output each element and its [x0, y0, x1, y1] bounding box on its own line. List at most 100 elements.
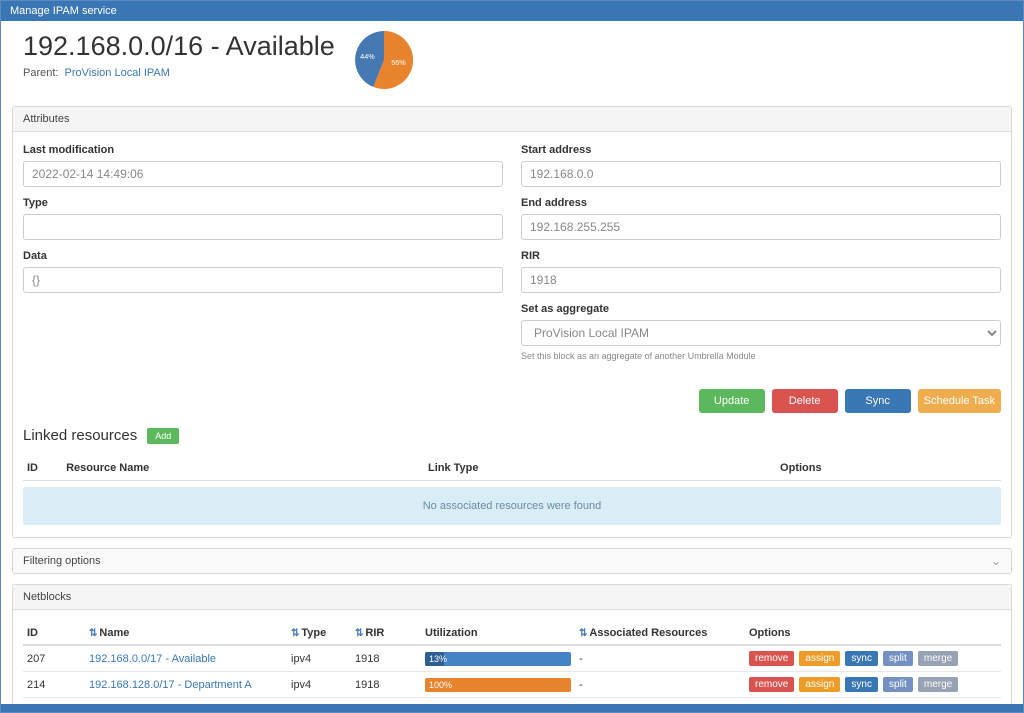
last-modification-label: Last modification [23, 144, 503, 156]
form-right-column: Start address End address RIR Set as agg… [521, 144, 1001, 371]
sync-button[interactable]: Sync [845, 389, 911, 413]
linked-resources-header-row: ID Resource Name Link Type Options [23, 456, 1001, 481]
split-button[interactable]: split [883, 651, 913, 666]
netblock-rir: 1918 [351, 672, 421, 698]
filtering-options-panel: Filtering options ⌄ [12, 548, 1012, 574]
filtering-options-title: Filtering options [23, 555, 101, 567]
netblocks-header-row: ID ⇅Name ⇅Type ⇅RIR Utilization ⇅Associa… [23, 622, 1001, 645]
sort-icon[interactable]: ⇅ [579, 628, 587, 639]
parent-line: Parent: ProVision Local IPAM [23, 67, 335, 79]
netblock-type: ipv4 [287, 645, 351, 672]
utilization-cell: 100% [421, 672, 575, 698]
remove-button[interactable]: remove [749, 651, 794, 666]
assign-button[interactable]: assign [799, 677, 840, 692]
remove-button[interactable]: remove [749, 677, 794, 692]
sync-row-button[interactable]: sync [845, 651, 878, 666]
netblock-rir: 1918 [351, 645, 421, 672]
form-left-column: Last modification Type Data [23, 144, 503, 371]
add-linked-resource-button[interactable]: Add [147, 428, 179, 444]
netblock-id: 207 [23, 645, 85, 672]
nb-col-rir[interactable]: ⇅RIR [351, 622, 421, 645]
schedule-task-button[interactable]: Schedule Task [918, 389, 1001, 413]
netblocks-panel-header: Netblocks [13, 585, 1011, 610]
attributes-panel: Attributes Last modification Type Data [12, 106, 1012, 538]
chevron-down-icon[interactable]: ⌄ [991, 557, 1001, 565]
netblock-row: 214 192.168.128.0/17 - Department A ipv4… [23, 672, 1001, 698]
netblock-row: 207 192.168.0.0/17 - Available ipv4 1918… [23, 645, 1001, 672]
lr-col-options: Options [776, 456, 1001, 481]
utilization-pie-chart: 44% 56% [355, 31, 413, 94]
rir-input[interactable] [521, 267, 1001, 293]
delete-button[interactable]: Delete [772, 389, 838, 413]
start-address-input[interactable] [521, 161, 1001, 187]
field-data: Data [23, 250, 503, 293]
netblocks-table: ID ⇅Name ⇅Type ⇅RIR Utilization ⇅Associa… [23, 622, 1001, 698]
aggregate-select[interactable]: ProVision Local IPAM [521, 320, 1001, 346]
data-input[interactable] [23, 267, 503, 293]
field-set-as-aggregate: Set as aggregate ProVision Local IPAM Se… [521, 303, 1001, 361]
utilization-fill: 13% [425, 652, 444, 666]
lr-col-resource-name: Resource Name [62, 456, 424, 481]
netblock-type: ipv4 [287, 672, 351, 698]
window-title: Manage IPAM service [10, 5, 117, 17]
linked-resources-header: Linked resources Add [23, 427, 1001, 444]
utilization-bar: 100% [425, 678, 571, 692]
attributes-actions: Update Delete Sync Schedule Task [23, 389, 1001, 413]
netblock-options: remove assign sync split merge [745, 645, 1001, 672]
page-header: 192.168.0.0/16 - Available Parent: ProVi… [1, 21, 1023, 98]
rir-label: RIR [521, 250, 1001, 262]
data-label: Data [23, 250, 503, 262]
type-label: Type [23, 197, 503, 209]
nb-col-utilization: Utilization [421, 622, 575, 645]
aggregate-help-text: Set this block as an aggregate of anothe… [521, 351, 1001, 361]
aggregate-label: Set as aggregate [521, 303, 1001, 315]
pie-svg: 44% 56% [355, 31, 413, 89]
page-title-block: 192.168.0.0/16 - Available Parent: ProVi… [23, 31, 335, 79]
netblock-options: remove assign sync split merge [745, 672, 1001, 698]
nb-col-associated[interactable]: ⇅Associated Resources [575, 622, 745, 645]
field-last-modification: Last modification [23, 144, 503, 187]
field-start-address: Start address [521, 144, 1001, 187]
parent-link[interactable]: ProVision Local IPAM [65, 67, 170, 79]
sort-icon[interactable]: ⇅ [291, 628, 299, 639]
netblock-name-link[interactable]: 192.168.0.0/17 - Available [89, 653, 216, 665]
utilization-bar: 13% [425, 652, 571, 666]
linked-resources-table: ID Resource Name Link Type Options [23, 456, 1001, 481]
utilization-cell: 13% [421, 645, 575, 672]
last-modification-input[interactable] [23, 161, 503, 187]
footer-bar [1, 704, 1023, 712]
sort-icon[interactable]: ⇅ [355, 628, 363, 639]
netblock-id: 214 [23, 672, 85, 698]
field-end-address: End address [521, 197, 1001, 240]
parent-label: Parent: [23, 67, 58, 79]
field-type: Type [23, 197, 503, 240]
nb-col-type-label: Type [301, 627, 326, 639]
update-button[interactable]: Update [699, 389, 765, 413]
associated-resources: - [575, 645, 745, 672]
end-address-input[interactable] [521, 214, 1001, 240]
lr-col-link-type: Link Type [424, 456, 776, 481]
nb-col-name[interactable]: ⇅Name [85, 622, 287, 645]
attributes-panel-body: Last modification Type Data Start addres [13, 132, 1011, 537]
type-input[interactable] [23, 214, 503, 240]
merge-button[interactable]: merge [918, 651, 958, 666]
split-button[interactable]: split [883, 677, 913, 692]
manage-ipam-page: Manage IPAM service 192.168.0.0/16 - Ava… [0, 0, 1024, 713]
assign-button[interactable]: assign [799, 651, 840, 666]
filtering-options-header[interactable]: Filtering options ⌄ [13, 549, 1011, 573]
nb-col-options: Options [745, 622, 1001, 645]
merge-button[interactable]: merge [918, 677, 958, 692]
pie-label-44: 44% [360, 52, 375, 61]
no-resources-alert: No associated resources were found [23, 487, 1001, 525]
nb-col-rir-label: RIR [365, 627, 384, 639]
sync-row-button[interactable]: sync [845, 677, 878, 692]
attributes-form: Last modification Type Data Start addres [23, 144, 1001, 371]
sort-icon[interactable]: ⇅ [89, 628, 97, 639]
nb-col-type[interactable]: ⇅Type [287, 622, 351, 645]
window-titlebar: Manage IPAM service [1, 1, 1023, 21]
end-address-label: End address [521, 197, 1001, 209]
netblocks-panel: Netblocks ID ⇅Name ⇅Type [12, 584, 1012, 713]
pie-label-56: 56% [391, 58, 406, 67]
netblock-name-link[interactable]: 192.168.128.0/17 - Department A [89, 679, 252, 691]
nb-col-associated-label: Associated Resources [589, 627, 707, 639]
